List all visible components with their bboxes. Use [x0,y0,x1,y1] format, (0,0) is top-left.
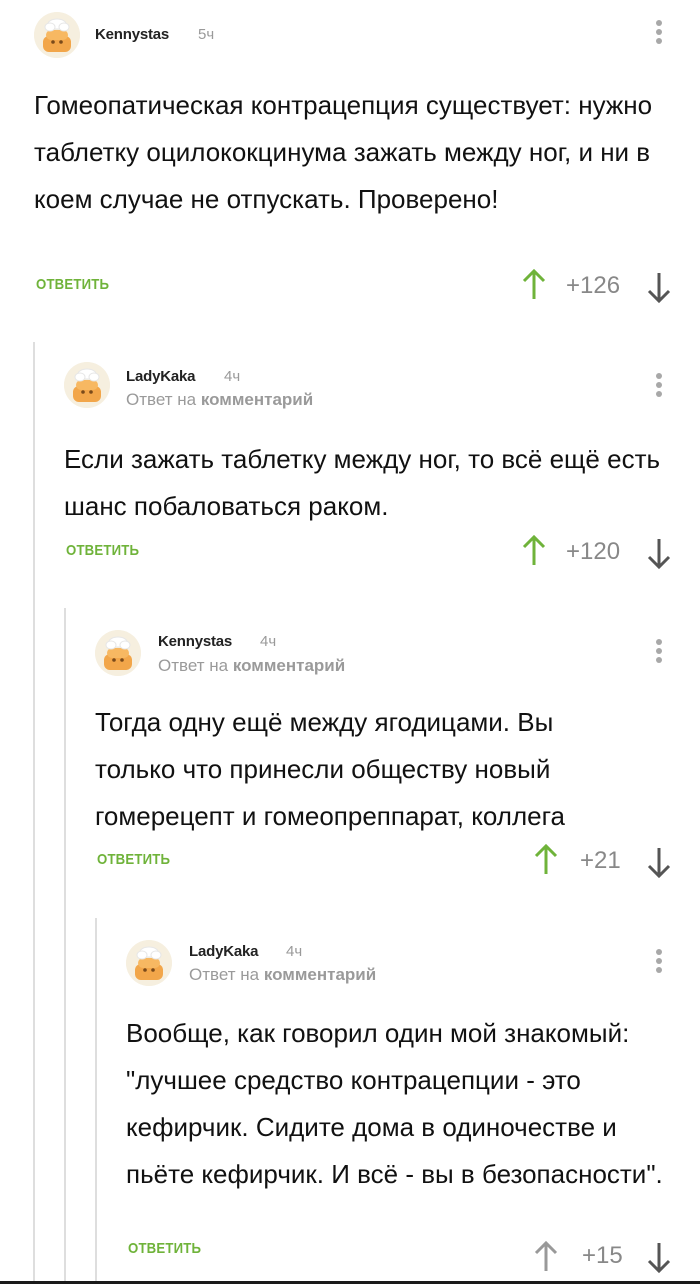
rating: +15 [582,1242,623,1269]
default-avatar-icon [95,630,141,676]
reply-button[interactable]: ОТВЕТИТЬ [66,542,139,559]
timestamp: 5ч [198,26,215,43]
arrow-up-icon[interactable] [532,1240,560,1274]
reply-button[interactable]: ОТВЕТИТЬ [97,851,170,868]
avatar[interactable] [95,630,141,676]
rating: +21 [580,847,621,874]
rating: +120 [566,538,621,565]
reply-to-prefix: Ответ на [158,656,229,675]
more-vertical-icon[interactable] [649,17,669,51]
arrow-up-icon[interactable] [532,843,560,877]
more-vertical-icon[interactable] [649,946,669,980]
username[interactable]: Kennystas [95,26,169,43]
default-avatar-icon [126,940,172,986]
reply-to-link[interactable]: комментарий [201,390,313,409]
reply-to-prefix: Ответ на [189,965,260,984]
arrow-down-icon[interactable] [645,1240,673,1274]
username[interactable]: Kennystas [158,633,232,650]
comment: Kennystas 5ч Гомеопатическая контрацепци… [0,0,700,330]
reply-to-link[interactable]: комментарий [264,965,376,984]
comment: Kennystas 4ч Ответ на комментарий Тогда … [65,608,700,908]
default-avatar-icon [34,12,80,58]
comment-text: Гомеопатическая контрацепция существует:… [34,90,653,214]
reply-to: Ответ на комментарий [126,390,313,410]
comment-text: Вообще, как говорил один мой знакомый: "… [126,1018,663,1189]
reply-to: Ответ на комментарий [189,965,376,985]
reply-to-prefix: Ответ на [126,390,197,409]
more-vertical-icon[interactable] [649,370,669,404]
comment-text: Если зажать таблетку между ног, то всё е… [64,444,661,521]
arrow-down-icon[interactable] [645,270,673,304]
reply-button[interactable]: ОТВЕТИТЬ [36,276,109,293]
username[interactable]: LadyKaka [189,943,258,960]
timestamp: 4ч [224,368,241,385]
more-vertical-icon[interactable] [649,636,669,670]
reply-to: Ответ на комментарий [158,656,345,676]
avatar[interactable] [126,940,172,986]
username[interactable]: LadyKaka [126,368,195,385]
timestamp: 4ч [260,633,277,650]
comment: LadyKaka 4ч Ответ на комментарий Вообще,… [96,918,700,1281]
comment-text: Тогда одну ещё между ягодицами. Вы тольк… [95,707,565,831]
rating: +126 [566,272,621,299]
avatar[interactable] [64,362,110,408]
arrow-up-icon[interactable] [520,534,548,568]
arrow-up-icon[interactable] [520,268,548,302]
reply-to-link[interactable]: комментарий [233,656,345,675]
avatar[interactable] [34,12,80,58]
default-avatar-icon [64,362,110,408]
timestamp: 4ч [286,943,303,960]
comment: LadyKaka 4ч Ответ на комментарий Если за… [34,342,700,597]
arrow-down-icon[interactable] [645,845,673,879]
reply-button[interactable]: ОТВЕТИТЬ [128,1240,201,1257]
arrow-down-icon[interactable] [645,536,673,570]
